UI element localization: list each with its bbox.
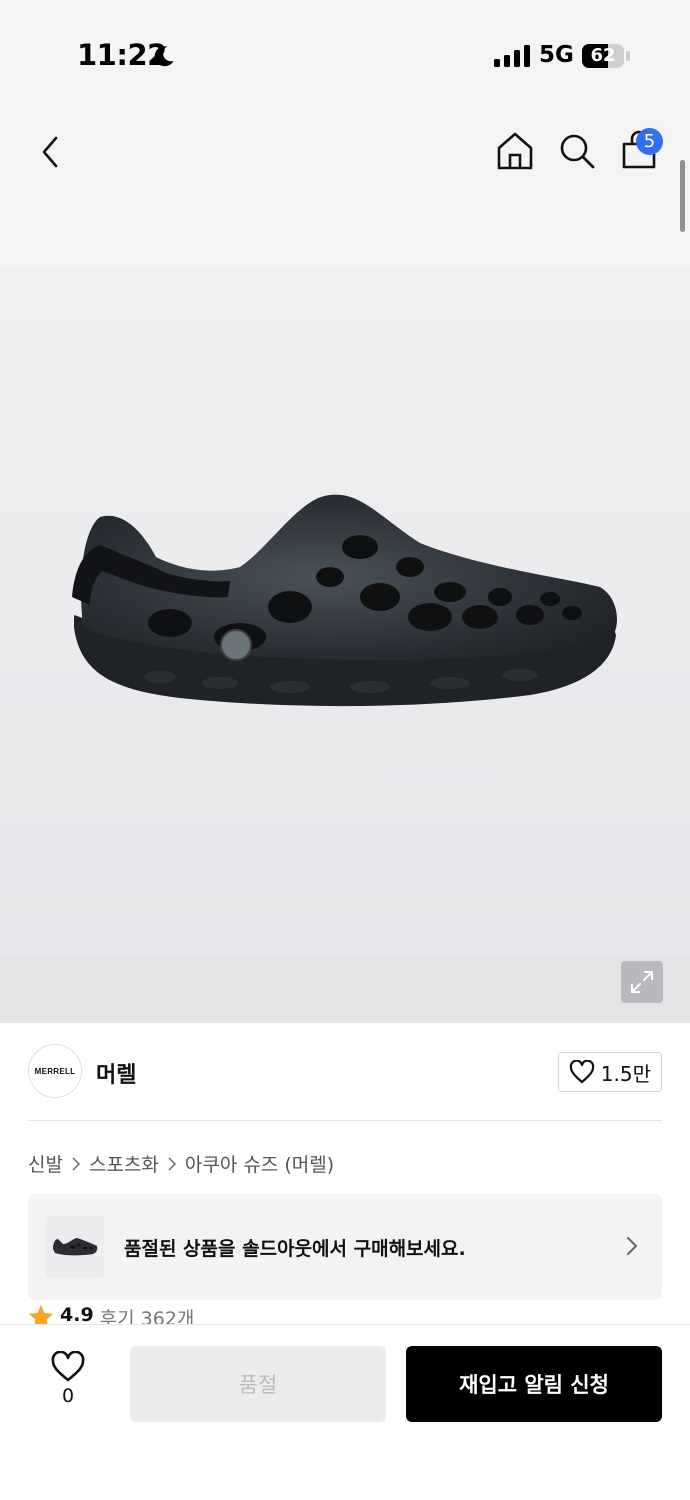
rating-summary[interactable]: 4.9 후기 362개	[28, 1304, 194, 1326]
chevron-right-icon	[168, 1156, 177, 1171]
brand-like-count: 1.5만	[600, 1061, 651, 1086]
battery-nub	[626, 51, 630, 61]
star-icon	[29, 1305, 53, 1326]
top-navigation	[0, 110, 690, 267]
image-bottom-band	[0, 957, 690, 1023]
cart-count-badge: 5	[636, 128, 663, 155]
back-button[interactable]	[28, 130, 72, 174]
signal-icon	[494, 45, 530, 67]
scrollbar[interactable]	[680, 160, 685, 232]
expand-image-button[interactable]	[621, 961, 663, 1003]
soldout-banner[interactable]: 품절된 상품을 솔드아웃에서 구매해보세요.	[28, 1194, 662, 1300]
wishlist-button[interactable]: 0	[48, 1351, 88, 1407]
search-icon	[560, 134, 595, 169]
banner-text: 품절된 상품을 솔드아웃에서 구매해보세요.	[124, 1238, 466, 1260]
battery-icon: 62	[582, 44, 624, 68]
home-button[interactable]	[494, 128, 536, 174]
breadcrumb-item[interactable]: 스포츠화	[89, 1150, 159, 1177]
battery-level: 62	[590, 45, 616, 66]
heart-icon	[51, 1351, 85, 1382]
banner-thumbnail	[46, 1216, 104, 1278]
search-button[interactable]	[556, 128, 598, 174]
brand-row: MERRELL 머렐 1.5만	[28, 1044, 662, 1100]
back-arrow-icon	[42, 136, 58, 168]
heart-icon	[569, 1060, 594, 1084]
chevron-right-icon	[627, 1237, 637, 1255]
soldout-button: 품절	[130, 1346, 386, 1422]
brand-logo[interactable]: MERRELL	[28, 1044, 82, 1098]
brand-name[interactable]: 머렐	[96, 1057, 136, 1089]
network-label: 5G	[539, 42, 574, 68]
chevron-right-icon	[72, 1156, 81, 1171]
breadcrumb-item[interactable]: 신발	[28, 1150, 63, 1177]
expand-icon	[631, 971, 653, 993]
status-bar: 11:22 5G 62	[0, 0, 690, 110]
divider	[28, 1120, 662, 1121]
moon-icon	[154, 46, 174, 67]
breadcrumb: 신발 스포츠화 아쿠아 슈즈 (머렐)	[28, 1150, 334, 1177]
brand-like-button[interactable]: 1.5만	[557, 1052, 662, 1092]
bottom-action-bar: 0 품절 재입고 알림 신청	[0, 1324, 690, 1500]
rating-score: 4.9	[60, 1304, 94, 1326]
home-icon	[497, 132, 533, 170]
product-image	[72, 494, 617, 707]
wishlist-count: 0	[61, 1385, 75, 1407]
shoe-thumbnail-image	[53, 1238, 98, 1256]
review-count[interactable]: 후기 362개	[100, 1304, 195, 1326]
restock-alert-button[interactable]: 재입고 알림 신청	[406, 1346, 662, 1422]
breadcrumb-item[interactable]: 아쿠아 슈즈 (머렐)	[185, 1150, 334, 1177]
product-image-area[interactable]	[0, 267, 690, 1023]
